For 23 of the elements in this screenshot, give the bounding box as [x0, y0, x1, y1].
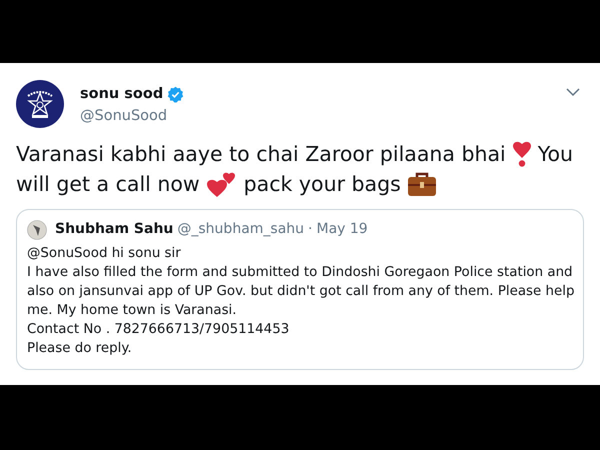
quoted-tweet-card[interactable]	[16, 209, 584, 370]
quoted-user-handle: @_shubham_sahu	[177, 220, 304, 239]
tweet-text: You	[538, 141, 574, 168]
chevron-down-icon[interactable]	[566, 88, 580, 97]
briefcase-icon	[408, 171, 436, 197]
tweet-text: Varanasi kabhi aaye to chai Zaroor pilaana bhai	[16, 141, 506, 168]
tweet-text: pack your bags	[244, 171, 401, 198]
heart-exclamation-icon	[512, 141, 531, 167]
separator: ·	[308, 220, 312, 239]
two-hearts-icon	[206, 170, 237, 198]
quoted-tweet-text: me. My home town is Varanasi.	[27, 302, 238, 320]
user-name[interactable]: sonu sood	[80, 84, 164, 106]
quoted-user-name: Shubham Sahu	[55, 220, 174, 239]
quoted-tweet-text: @SonuSood hi sonu sir	[27, 245, 182, 263]
tweet-text: will get a call now	[16, 171, 200, 198]
quoted-tweet-text: Contact No . 7827666713/7905114453	[27, 321, 290, 339]
quoted-tweet-text: I have also filled the form and submitted to Dindoshi Goregaon Police station and	[27, 264, 573, 282]
quoted-tweet-date: May 19	[316, 220, 368, 239]
avatar	[27, 220, 47, 240]
emblem-avatar[interactable]	[16, 80, 64, 128]
quoted-tweet-text: Please do reply.	[27, 340, 133, 358]
user-handle[interactable]: @SonuSood	[80, 106, 566, 128]
quoted-tweet-text: also on jansunvai app of UP Gov. but didn't got call from any of them. Please help	[27, 283, 573, 301]
